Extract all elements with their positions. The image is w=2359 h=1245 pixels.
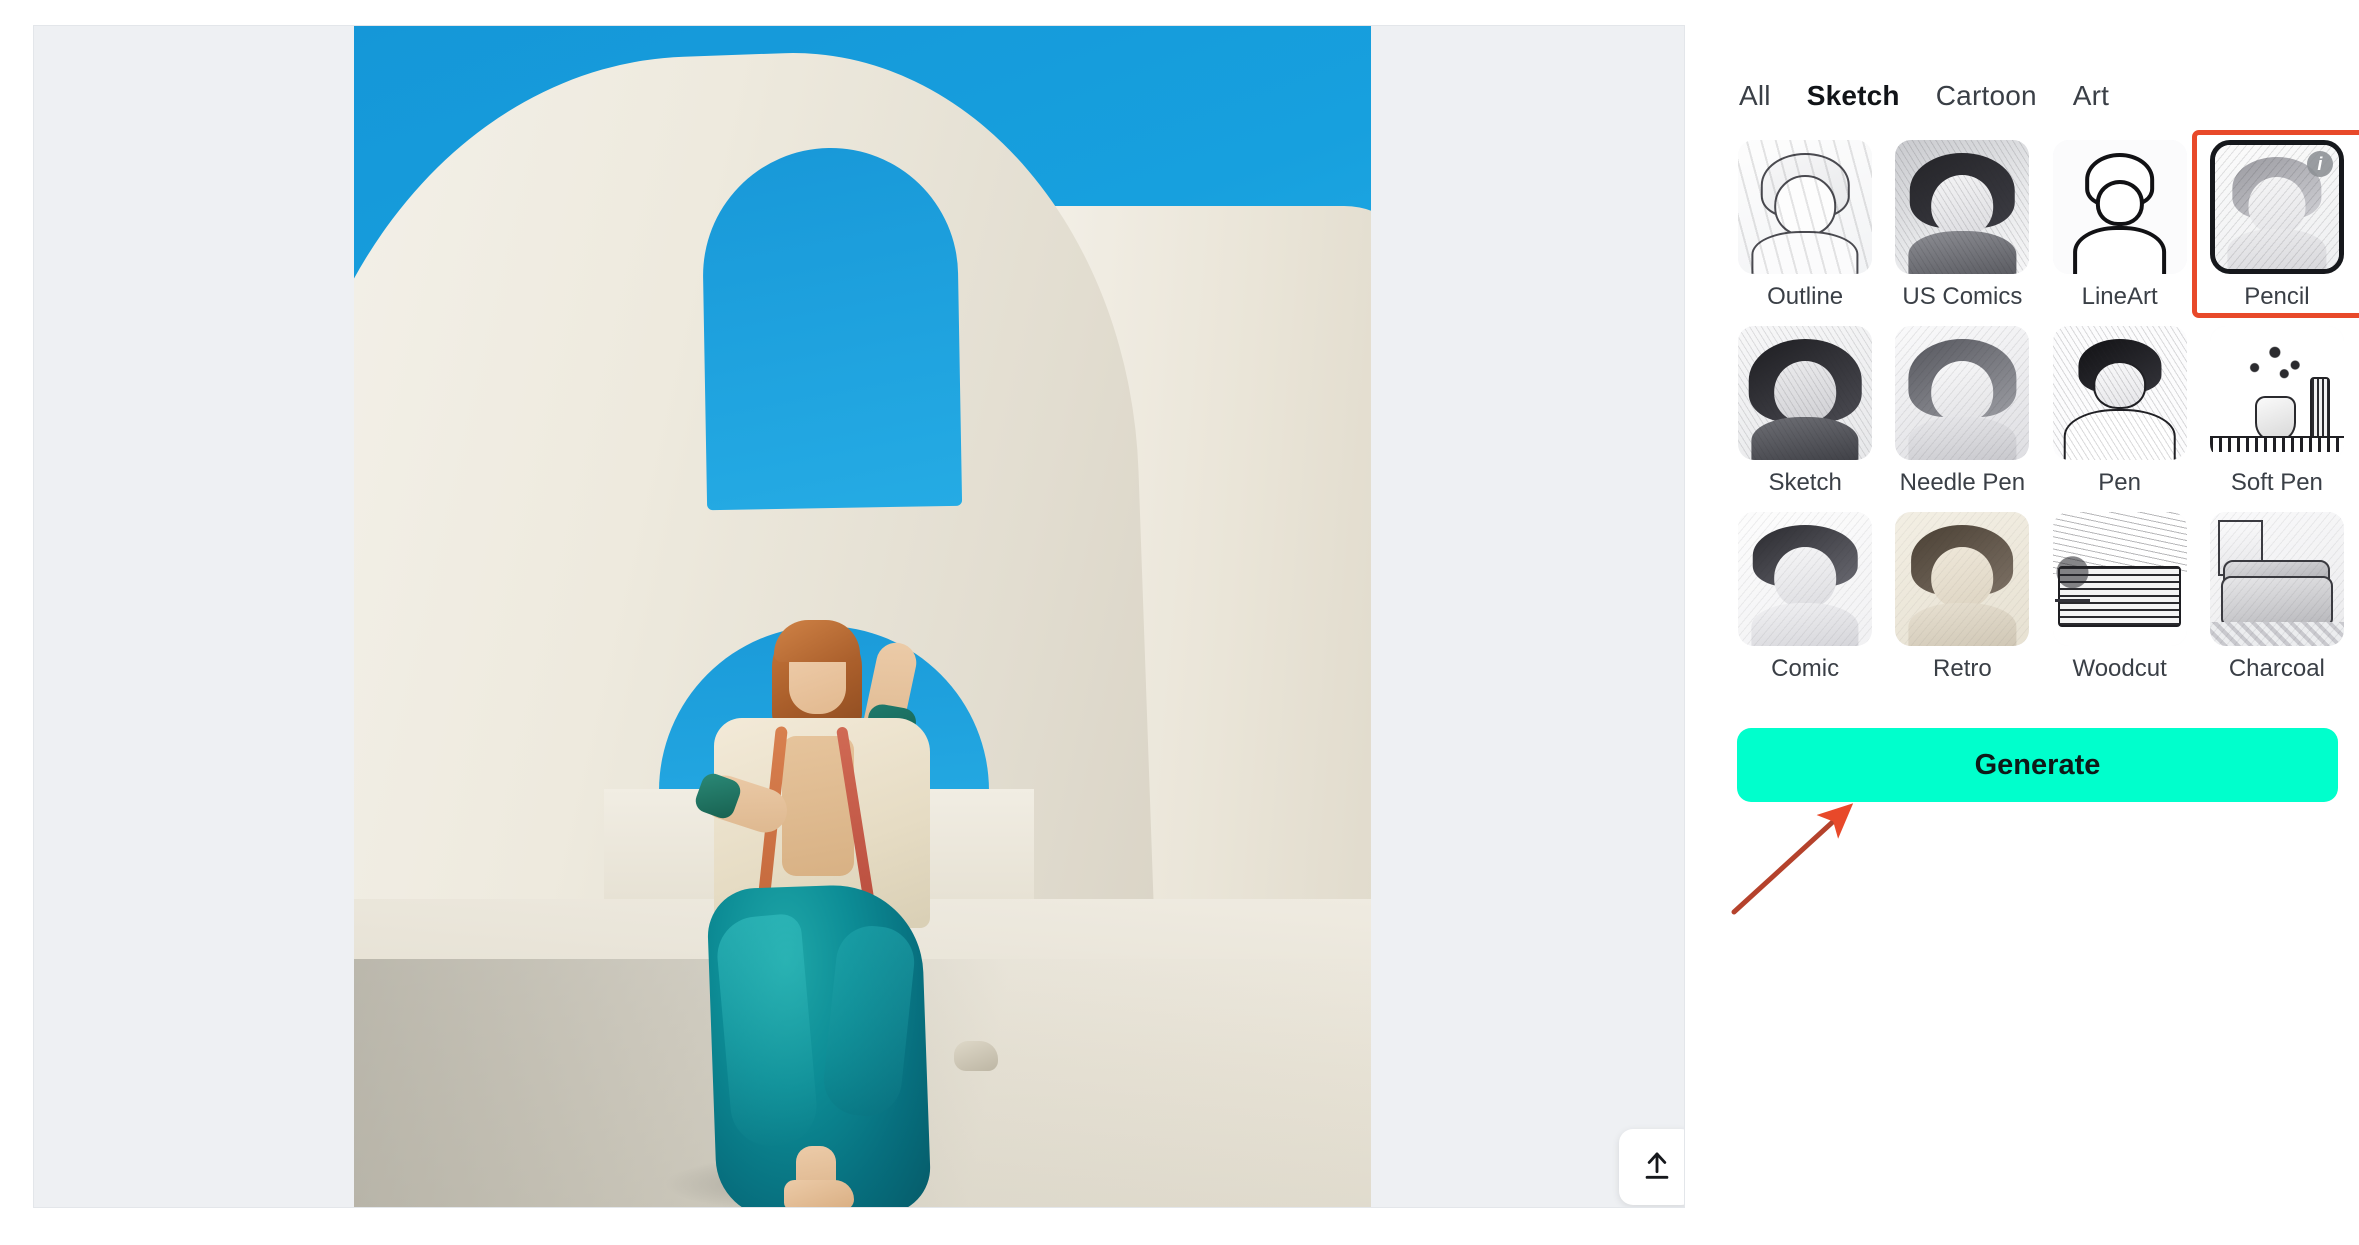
style-card-pen[interactable]: Pen bbox=[2047, 326, 2193, 497]
style-thumbnail bbox=[1738, 326, 1873, 460]
style-thumbnail bbox=[1895, 512, 2030, 646]
category-tabs: All Sketch Cartoon Art bbox=[1739, 80, 2109, 112]
upload-button[interactable] bbox=[1619, 1129, 1684, 1205]
style-card-sketch[interactable]: Sketch bbox=[1732, 326, 1878, 497]
style-thumbnail bbox=[2209, 512, 2344, 646]
style-label: Retro bbox=[1933, 655, 1992, 682]
style-thumbnail: i bbox=[2209, 140, 2344, 274]
style-card-charcoal[interactable]: Charcoal bbox=[2204, 512, 2350, 683]
style-card-us-comics[interactable]: US Comics bbox=[1889, 140, 2035, 311]
style-label: Sketch bbox=[1768, 469, 1842, 496]
photo-window-top bbox=[700, 145, 963, 511]
style-label: Charcoal bbox=[2228, 655, 2325, 682]
app-root: All Sketch Cartoon Art Outline US Comics… bbox=[0, 0, 2359, 1245]
style-side-panel: All Sketch Cartoon Art Outline US Comics… bbox=[1720, 0, 2359, 1245]
tab-cartoon[interactable]: Cartoon bbox=[1936, 80, 2037, 112]
style-label: Soft Pen bbox=[2230, 469, 2323, 496]
source-photo[interactable] bbox=[354, 26, 1371, 1207]
style-label: US Comics bbox=[1902, 283, 2023, 310]
info-icon[interactable]: i bbox=[2306, 151, 2333, 177]
style-card-soft-pen[interactable]: Soft Pen bbox=[2204, 326, 2350, 497]
image-preview-canvas bbox=[33, 25, 1685, 1208]
style-card-comic[interactable]: Comic bbox=[1732, 512, 1878, 683]
style-grid: Outline US Comics LineArt i Pencil Sketc… bbox=[1732, 140, 2350, 683]
style-label: Needle Pen bbox=[1899, 469, 2026, 496]
style-card-needle-pen[interactable]: Needle Pen bbox=[1889, 326, 2035, 497]
style-thumbnail bbox=[1895, 326, 2030, 460]
style-card-outline[interactable]: Outline bbox=[1732, 140, 1878, 311]
style-label: LineArt bbox=[2081, 283, 2158, 310]
photo-figure bbox=[654, 586, 984, 1207]
style-card-retro[interactable]: Retro bbox=[1889, 512, 2035, 683]
style-label: Woodcut bbox=[2072, 655, 2167, 682]
style-card-lineart[interactable]: LineArt bbox=[2047, 140, 2193, 311]
style-label: Outline bbox=[1767, 283, 1844, 310]
style-card-pencil[interactable]: i Pencil bbox=[2204, 140, 2350, 311]
style-thumbnail bbox=[2052, 140, 2187, 274]
tab-all[interactable]: All bbox=[1739, 80, 1771, 112]
upload-icon bbox=[1640, 1149, 1674, 1186]
style-thumbnail bbox=[1738, 512, 1873, 646]
generate-button[interactable]: Generate bbox=[1737, 728, 2338, 802]
tab-art[interactable]: Art bbox=[2073, 80, 2109, 112]
style-thumbnail bbox=[2052, 326, 2187, 460]
style-thumbnail bbox=[1895, 140, 2030, 274]
style-thumbnail bbox=[2209, 326, 2344, 460]
tab-sketch[interactable]: Sketch bbox=[1807, 80, 1900, 112]
style-label: Comic bbox=[1771, 655, 1840, 682]
style-label: Pen bbox=[2098, 469, 2141, 496]
style-thumbnail bbox=[1738, 140, 1873, 274]
style-label: Pencil bbox=[2244, 283, 2310, 310]
style-card-woodcut[interactable]: Woodcut bbox=[2047, 512, 2193, 683]
style-thumbnail bbox=[2052, 512, 2187, 646]
